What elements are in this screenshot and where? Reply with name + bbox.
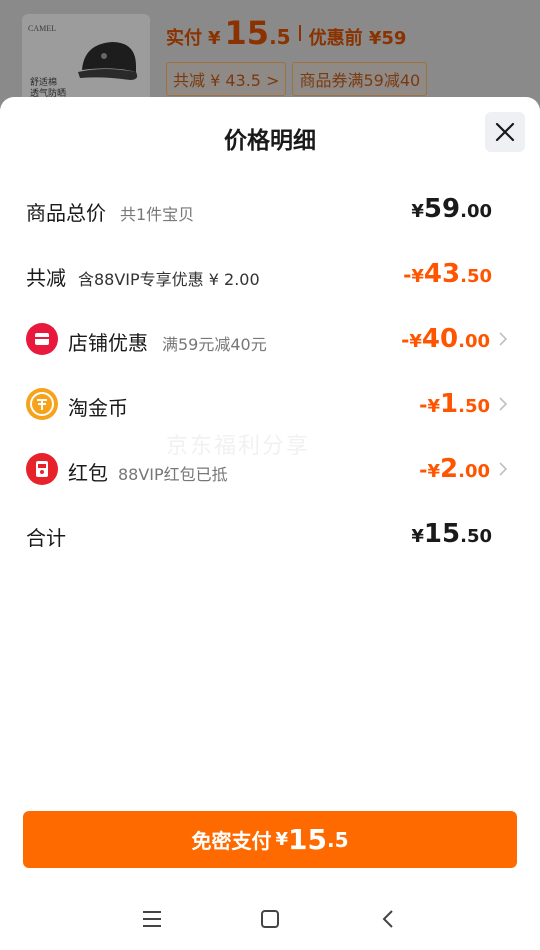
close-button[interactable] bbox=[485, 112, 525, 152]
coupon-chip[interactable]: 商品券满59减40 bbox=[292, 62, 428, 96]
back-nav-button[interactable] bbox=[373, 906, 403, 932]
row-label: 红包 bbox=[68, 461, 108, 485]
price-separator bbox=[298, 25, 301, 41]
watermark-text: 京东福利分享 bbox=[166, 434, 311, 459]
row-sub: 共1件宝贝 bbox=[120, 205, 195, 224]
paid-currency: ¥ bbox=[208, 28, 221, 49]
coin-icon bbox=[26, 388, 58, 420]
menu-nav-button[interactable] bbox=[137, 906, 167, 932]
row-label: 共减 bbox=[26, 266, 66, 290]
total-discount-chip[interactable]: 共减 ¥ 43.5 > bbox=[166, 62, 287, 96]
back-chevron-icon bbox=[382, 910, 393, 928]
row-amount: ¥59.00 bbox=[411, 194, 492, 224]
shop-icon bbox=[26, 323, 58, 355]
row-taobao-coins[interactable]: 淘金币 - ¥1.50 bbox=[0, 384, 540, 424]
row-total-price: 商品总价 共1件宝贝 ¥59.00 bbox=[0, 189, 540, 229]
home-square-icon bbox=[261, 910, 279, 928]
close-icon bbox=[495, 122, 515, 142]
row-sub: 含88VIP专享优惠 ¥ 2.00 bbox=[78, 270, 260, 289]
product-summary-background: CAMEL 舒适棉 透气防晒 实付 ¥ 15 .5 优惠前 ¥59 共减 ¥ 4… bbox=[0, 0, 540, 110]
pay-currency: ¥ bbox=[275, 829, 289, 850]
paid-decimal: .5 bbox=[269, 25, 291, 49]
row-amount: ¥15.50 bbox=[411, 519, 492, 549]
row-shop-discount[interactable]: 店铺优惠 满59元减40元 - ¥40.00 bbox=[0, 319, 540, 359]
row-label: 淘金币 bbox=[68, 396, 128, 420]
chevron-right-icon bbox=[499, 462, 508, 476]
menu-icon bbox=[143, 911, 161, 927]
pay-label: 免密支付 bbox=[191, 829, 272, 853]
row-amount: - ¥43.50 bbox=[403, 259, 492, 289]
product-thumbnail: CAMEL 舒适棉 透气防晒 bbox=[22, 14, 150, 110]
row-sub: 88VIP红包已抵 bbox=[118, 465, 228, 484]
row-label: 店铺优惠 bbox=[68, 331, 148, 355]
pay-integer: 15 bbox=[288, 823, 327, 856]
sheet-title: 价格明细 bbox=[224, 128, 316, 154]
chevron-right-icon bbox=[499, 397, 508, 411]
paid-integer: 15 bbox=[224, 14, 270, 52]
discount-chips: 共减 ¥ 43.5 > 商品券满59减40 bbox=[166, 62, 428, 96]
row-grand-total: 合计 ¥15.50 bbox=[0, 514, 540, 554]
paid-label: 实付 bbox=[166, 28, 202, 49]
thumbnail-brand: CAMEL bbox=[28, 24, 56, 33]
row-sub: 满59元减40元 bbox=[162, 335, 267, 354]
chevron-right-icon bbox=[499, 332, 508, 346]
row-amount: - ¥40.00 bbox=[401, 324, 490, 354]
row-label: 商品总价 bbox=[26, 201, 106, 225]
pay-decimal: .5 bbox=[326, 827, 349, 852]
home-nav-button[interactable] bbox=[255, 906, 285, 932]
row-total-discount: 共减 含88VIP专享优惠 ¥ 2.00 - ¥43.50 bbox=[0, 254, 540, 294]
row-amount: - ¥1.50 bbox=[419, 389, 490, 419]
cap-image bbox=[78, 42, 138, 80]
row-amount: - ¥2.00 bbox=[419, 454, 490, 484]
red-packet-icon bbox=[26, 453, 58, 485]
row-label: 合计 bbox=[26, 526, 66, 550]
paid-price-line: 实付 ¥ 15 .5 优惠前 ¥59 bbox=[166, 14, 406, 52]
pre-discount-price: 优惠前 ¥59 bbox=[308, 28, 407, 49]
password-free-pay-button[interactable]: 免密支付 ¥ 15 .5 bbox=[23, 811, 517, 868]
system-nav-bar bbox=[0, 890, 540, 950]
